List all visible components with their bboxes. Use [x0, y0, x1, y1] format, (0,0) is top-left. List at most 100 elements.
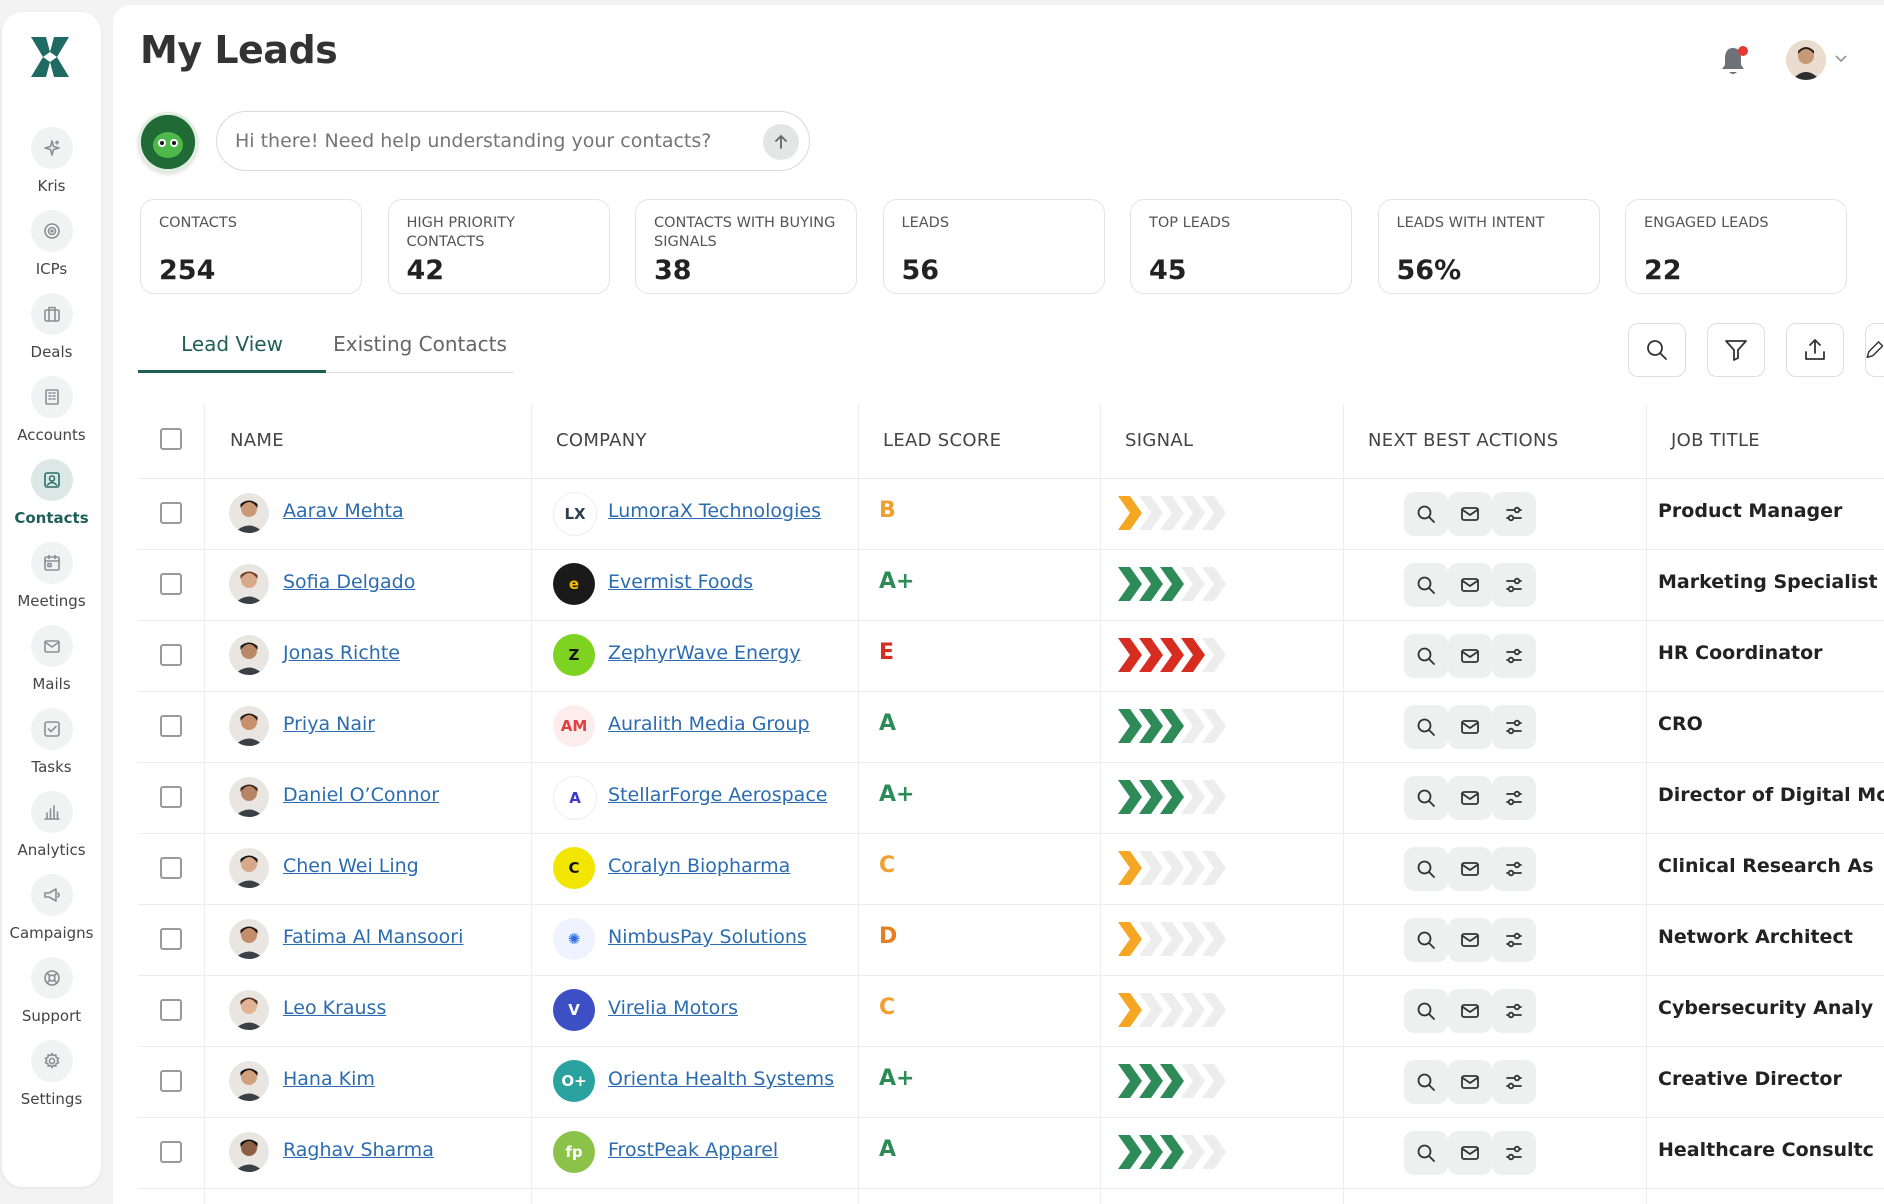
row-checkbox[interactable]: [160, 1070, 182, 1092]
sequence-action-button[interactable]: [1492, 776, 1536, 820]
header-next-best-actions[interactable]: NEXT BEST ACTIONS: [1368, 430, 1558, 451]
send-button[interactable]: [763, 124, 799, 160]
research-action-button[interactable]: [1404, 989, 1448, 1033]
stat-card[interactable]: CONTACTS WITH BUYING SIGNALS 38: [635, 199, 857, 294]
company-name-link[interactable]: FrostPeak Apparel: [608, 1139, 778, 1161]
header-job-title[interactable]: JOB TITLE: [1671, 430, 1760, 451]
sidebar-item-campaigns[interactable]: Campaigns: [2, 874, 101, 942]
contact-name-link[interactable]: Sofia Delgado: [283, 571, 415, 593]
stat-card[interactable]: CONTACTS 254: [140, 199, 362, 294]
company-name-link[interactable]: Evermist Foods: [608, 571, 753, 593]
sidebar-item-meetings[interactable]: Meetings: [2, 542, 101, 610]
email-action-button[interactable]: [1448, 989, 1492, 1033]
sequence-action-button[interactable]: [1492, 634, 1536, 678]
contact-name-link[interactable]: Raghav Sharma: [283, 1139, 434, 1161]
contact-name-link[interactable]: Jonas Richte: [283, 642, 400, 664]
sequence-action-button[interactable]: [1492, 705, 1536, 749]
company-name-link[interactable]: StellarForge Aerospace: [608, 784, 827, 806]
company-name-link[interactable]: Auralith Media Group: [608, 713, 810, 735]
header-company[interactable]: COMPANY: [556, 430, 647, 451]
user-avatar[interactable]: [1786, 40, 1826, 80]
research-action-button[interactable]: [1404, 776, 1448, 820]
email-action-button[interactable]: [1448, 776, 1492, 820]
email-action-button[interactable]: [1448, 563, 1492, 607]
email-action-button[interactable]: [1448, 492, 1492, 536]
table-row[interactable]: Chen Wei Ling C Coralyn Biopharma C Clinical…: [138, 833, 1884, 905]
stat-card[interactable]: ENGAGED LEADS 22: [1625, 199, 1847, 294]
company-name-link[interactable]: Orienta Health Systems: [608, 1068, 834, 1090]
row-checkbox[interactable]: [160, 573, 182, 595]
contact-name-link[interactable]: Priya Nair: [283, 713, 375, 735]
header-name[interactable]: NAME: [230, 430, 284, 451]
table-row[interactable]: Jonas Richte Z ZephyrWave Energy E HR Coordi…: [138, 620, 1884, 692]
sidebar-item-deals[interactable]: Deals: [2, 293, 101, 361]
table-row[interactable]: Daniel O’Connor A StellarForge Aerospace A+…: [138, 762, 1884, 834]
sequence-action-button[interactable]: [1492, 989, 1536, 1033]
email-action-button[interactable]: [1448, 705, 1492, 749]
row-checkbox[interactable]: [160, 999, 182, 1021]
table-row[interactable]: Hana Kim O+ Orienta Health Systems A+ Creati…: [138, 1046, 1884, 1118]
row-checkbox[interactable]: [160, 502, 182, 524]
table-row[interactable]: Leo Krauss V Virelia Motors C Cybersecurity …: [138, 975, 1884, 1047]
company-name-link[interactable]: NimbusPay Solutions: [608, 926, 807, 948]
row-checkbox[interactable]: [160, 715, 182, 737]
tab-existing-contacts[interactable]: Existing Contacts: [326, 332, 514, 356]
contact-name-link[interactable]: Leo Krauss: [283, 997, 386, 1019]
table-row[interactable]: Sofia Delgado e Evermist Foods A+ Marketing …: [138, 549, 1884, 621]
sidebar-item-tasks[interactable]: Tasks: [2, 708, 101, 776]
sidebar-item-kris[interactable]: Kris: [2, 127, 101, 195]
research-action-button[interactable]: [1404, 1131, 1448, 1175]
research-action-button[interactable]: [1404, 563, 1448, 607]
header-signal[interactable]: SIGNAL: [1125, 430, 1193, 451]
assistant-avatar[interactable]: [138, 112, 198, 172]
email-action-button[interactable]: [1448, 847, 1492, 891]
research-action-button[interactable]: [1404, 634, 1448, 678]
stat-card[interactable]: TOP LEADS 45: [1130, 199, 1352, 294]
filter-button[interactable]: [1707, 323, 1765, 377]
research-action-button[interactable]: [1404, 847, 1448, 891]
research-action-button[interactable]: [1404, 918, 1448, 962]
row-checkbox[interactable]: [160, 644, 182, 666]
email-action-button[interactable]: [1448, 1131, 1492, 1175]
research-action-button[interactable]: [1404, 705, 1448, 749]
stat-card[interactable]: HIGH PRIORITY CONTACTS 42: [387, 199, 610, 294]
chevron-down-icon[interactable]: [1834, 54, 1848, 64]
sequence-action-button[interactable]: [1492, 1060, 1536, 1104]
company-name-link[interactable]: Virelia Motors: [608, 997, 738, 1019]
table-row[interactable]: Fatima Al Mansoori ✺ NimbusPay Solutions D N…: [138, 904, 1884, 976]
assistant-chat-input[interactable]: [216, 111, 810, 171]
table-row[interactable]: Priya Nair AM Auralith Media Group A CRO: [138, 691, 1884, 763]
sidebar-item-mails[interactable]: Mails: [2, 625, 101, 693]
research-action-button[interactable]: [1404, 1060, 1448, 1104]
stat-card[interactable]: LEADS WITH INTENT 56%: [1377, 199, 1600, 294]
contact-name-link[interactable]: Daniel O’Connor: [283, 784, 439, 806]
header-lead-score[interactable]: LEAD SCORE: [883, 430, 1001, 451]
app-logo[interactable]: [28, 34, 72, 80]
row-checkbox[interactable]: [160, 928, 182, 950]
row-checkbox[interactable]: [160, 1141, 182, 1163]
table-row[interactable]: Raghav Sharma fp FrostPeak Apparel A Healthc…: [138, 1117, 1884, 1189]
company-name-link[interactable]: ZephyrWave Energy: [608, 642, 801, 664]
company-name-link[interactable]: LumoraX Technologies: [608, 500, 821, 522]
sidebar-item-accounts[interactable]: Accounts: [2, 376, 101, 444]
contact-name-link[interactable]: Aarav Mehta: [283, 500, 404, 522]
company-name-link[interactable]: Coralyn Biopharma: [608, 855, 790, 877]
sidebar-item-analytics[interactable]: Analytics: [2, 791, 101, 859]
sidebar-item-icps[interactable]: ICPs: [2, 210, 101, 278]
email-action-button[interactable]: [1448, 1060, 1492, 1104]
select-all-checkbox[interactable]: [160, 428, 182, 450]
export-button[interactable]: [1786, 323, 1844, 377]
contact-name-link[interactable]: Hana Kim: [283, 1068, 375, 1090]
search-button[interactable]: [1628, 323, 1686, 377]
sequence-action-button[interactable]: [1492, 918, 1536, 962]
sequence-action-button[interactable]: [1492, 492, 1536, 536]
contact-name-link[interactable]: Fatima Al Mansoori: [283, 926, 463, 948]
tab-lead-view[interactable]: Lead View: [138, 332, 326, 356]
sequence-action-button[interactable]: [1492, 563, 1536, 607]
contact-name-link[interactable]: Chen Wei Ling: [283, 855, 419, 877]
row-checkbox[interactable]: [160, 786, 182, 808]
research-action-button[interactable]: [1404, 492, 1448, 536]
row-checkbox[interactable]: [160, 857, 182, 879]
sequence-action-button[interactable]: [1492, 847, 1536, 891]
sidebar-item-support[interactable]: Support: [2, 957, 101, 1025]
